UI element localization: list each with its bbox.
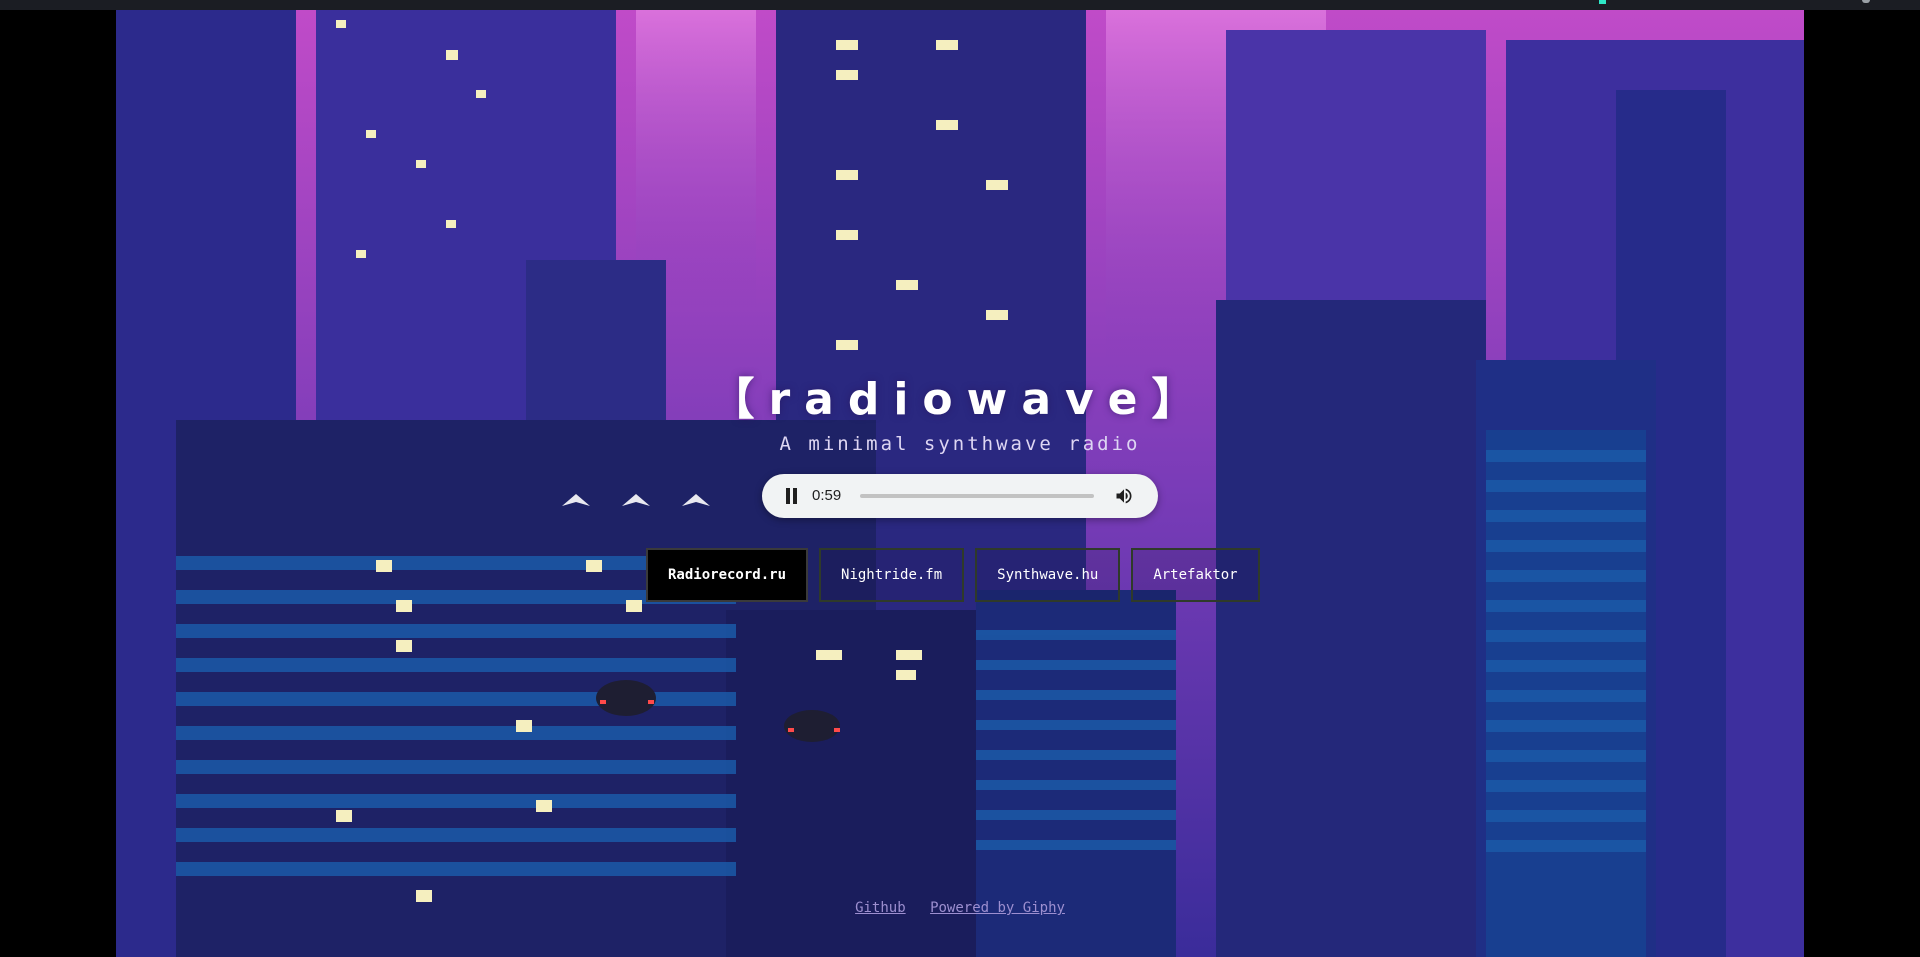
station-button-artefaktor[interactable]: Artefaktor (1131, 548, 1260, 602)
station-button-synthwave[interactable]: Synthwave.hu (975, 548, 1121, 602)
audio-player: 0:59 (762, 474, 1158, 518)
player-time: 0:59 (812, 487, 842, 504)
browser-top-strip (0, 0, 1920, 10)
profile-indicator (1862, 0, 1870, 3)
github-link[interactable]: Github (855, 900, 906, 916)
app-title: 【radiowave】 (710, 374, 1210, 425)
giphy-link[interactable]: Powered by Giphy (930, 900, 1065, 916)
station-button-nightride[interactable]: Nightride.fm (819, 548, 965, 602)
footer: Github Powered by Giphy (0, 900, 1920, 916)
hero: 【radiowave】 A minimal synthwave radio (0, 370, 1920, 456)
pause-icon[interactable] (784, 488, 798, 504)
app-tagline: A minimal synthwave radio (779, 433, 1141, 455)
seek-bar[interactable] (860, 494, 1094, 498)
tab-indicator (1599, 0, 1606, 4)
station-list: Radiorecord.ru Nightride.fm Synthwave.hu… (646, 548, 1260, 602)
station-button-radiorecord[interactable]: Radiorecord.ru (646, 548, 809, 602)
volume-icon[interactable] (1114, 486, 1134, 506)
